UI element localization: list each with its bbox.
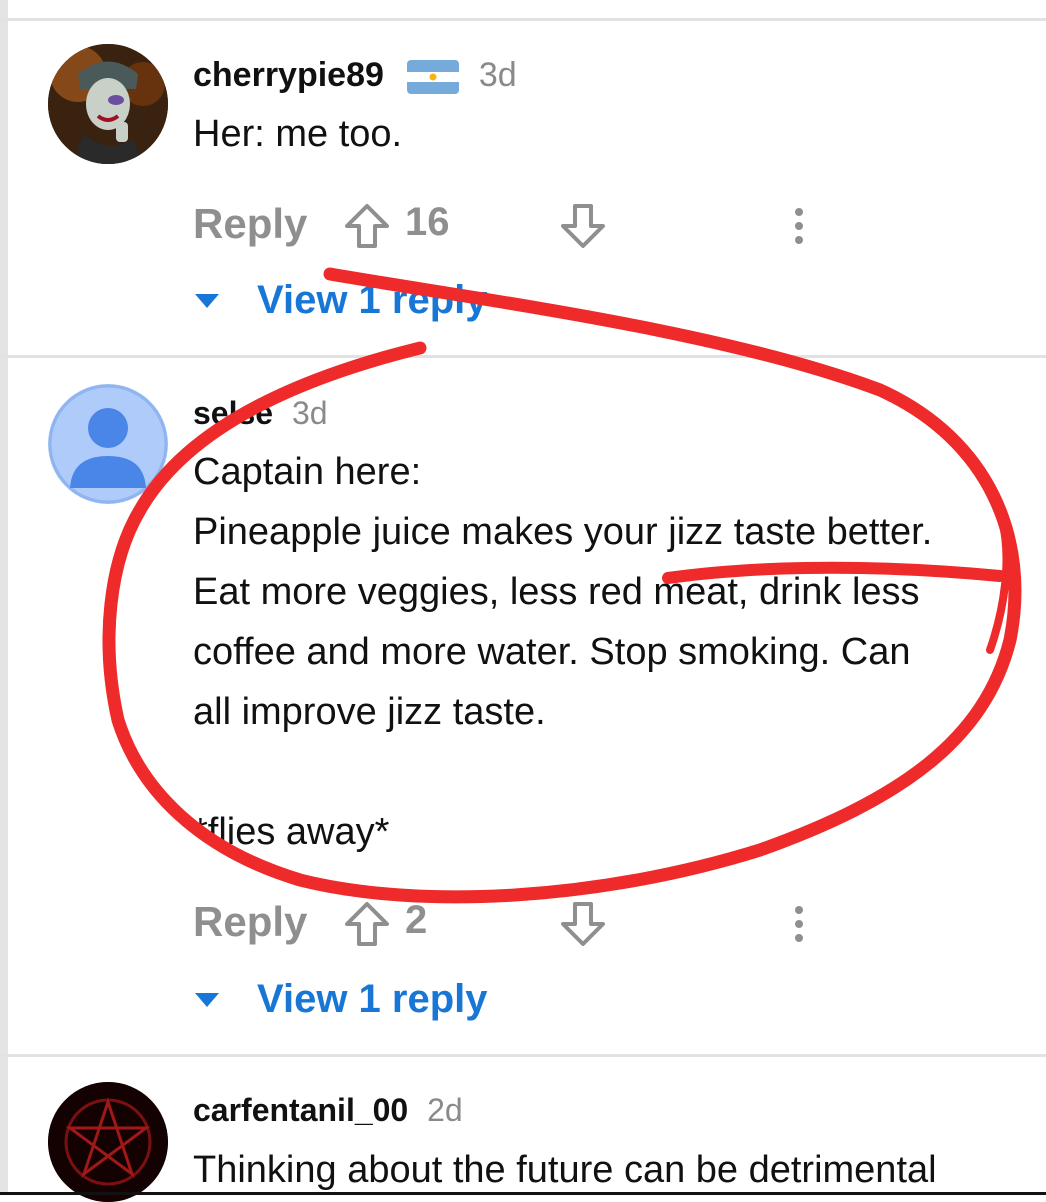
- comment-actions: Reply 16: [193, 200, 833, 250]
- default-avatar[interactable]: [48, 384, 168, 504]
- avatar-image: [48, 44, 168, 164]
- argentina-flag-icon: [407, 60, 460, 95]
- comment-text: Her: me too.: [193, 113, 403, 155]
- view-replies-button[interactable]: View 1 reply: [193, 977, 593, 1027]
- comment-text: Thinking about the future can be detrime…: [193, 1149, 937, 1191]
- comment-meta: cherrypie89 3d: [193, 56, 517, 95]
- vote-score: 2: [405, 898, 428, 942]
- username[interactable]: carfentanil_00: [193, 1092, 408, 1128]
- top-divider: [0, 18, 1046, 21]
- comment-actions: Reply 2: [193, 898, 833, 948]
- downvote-arrow-icon[interactable]: [559, 202, 607, 250]
- pentagram-avatar-icon: [48, 1082, 168, 1202]
- person-icon: [48, 384, 168, 504]
- more-options-icon[interactable]: [791, 904, 807, 944]
- left-edge-strip: [0, 0, 8, 1195]
- username[interactable]: selse: [193, 395, 273, 431]
- downvote-arrow-icon[interactable]: [559, 900, 607, 948]
- view-replies-label: View 1 reply: [257, 278, 488, 322]
- timestamp: 3d: [291, 395, 328, 431]
- avatar[interactable]: [48, 1082, 168, 1202]
- upvote-arrow-icon[interactable]: [343, 202, 391, 250]
- timestamp: 2d: [427, 1092, 463, 1128]
- comment-divider: [0, 355, 1046, 358]
- comment-text: Captain here: Pineapple juice makes your…: [193, 451, 933, 853]
- vote-score: 16: [405, 200, 450, 244]
- comment-meta: selse 3d: [193, 395, 328, 432]
- reply-button[interactable]: Reply: [193, 898, 307, 946]
- username[interactable]: cherrypie89: [193, 56, 384, 94]
- comment-meta: carfentanil_00 2d: [193, 1092, 463, 1129]
- reply-button[interactable]: Reply: [193, 200, 307, 248]
- view-replies-button[interactable]: View 1 reply: [193, 278, 593, 328]
- comment-divider: [0, 1054, 1046, 1057]
- upvote-arrow-icon[interactable]: [343, 900, 391, 948]
- avatar[interactable]: [48, 44, 168, 164]
- caret-down-icon: [195, 993, 219, 1007]
- caret-down-icon: [195, 294, 219, 308]
- timestamp: 3d: [478, 56, 517, 94]
- more-options-icon[interactable]: [791, 206, 807, 246]
- view-replies-label: View 1 reply: [257, 977, 488, 1021]
